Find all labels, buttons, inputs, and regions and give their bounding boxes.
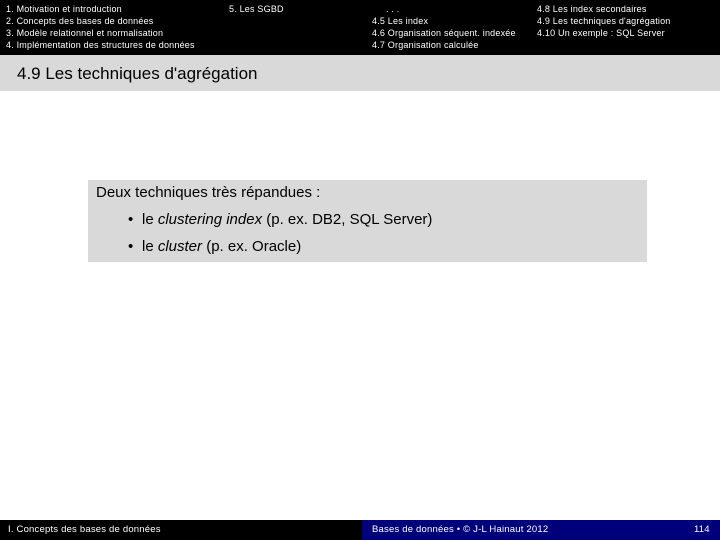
nav-section-4-8[interactable]: 4.8 Les index secondaires [537,3,647,15]
slide-title: 4.9 Les techniques d'agrégation [17,64,258,83]
nav-chapter-2[interactable]: 2. Concepts des bases de données [6,15,154,27]
nav-section-4-10[interactable]: 4.10 Un exemple : SQL Server [537,27,665,39]
bullet-dot-icon: • [128,211,134,228]
footer-chapter-link[interactable]: I. Concepts des bases de données [8,524,161,536]
nav-section-4-5[interactable]: 4.5 Les index [372,15,428,27]
bullet-term: cluster [157,238,203,255]
content-box: Deux techniques très répandues : • le clu… [88,180,647,262]
header-navigation: 1. Motivation et introduction 2. Concept… [0,0,720,55]
footer-copyright: Bases de données • © J-L Hainaut 2012 [372,524,549,535]
bullet-cluster: • le cluster (p. ex. Oracle) [128,237,301,257]
nav-chapter-1[interactable]: 1. Motivation et introduction [6,3,122,15]
nav-section-4-7[interactable]: 4.7 Organisation calculée [372,39,479,51]
page-number: 114 [694,524,710,535]
bullet-clustering-index: • le clustering index (p. ex. DB2, SQL Se… [128,210,432,230]
bullet-prefix: le [142,211,158,228]
bullet-prefix: le [142,238,158,255]
nav-chapter-4[interactable]: 4. Implémentation des structures de donn… [6,39,195,51]
nav-section-ellipsis: . . . [386,4,400,14]
bullet-dot-icon: • [128,238,134,255]
nav-section-4-9[interactable]: 4.9 Les techniques d'agrégation [537,15,671,27]
slide-title-band: 4.9 Les techniques d'agrégation [0,55,720,91]
bullet-term: clustering index [157,211,263,228]
nav-chapter-3[interactable]: 3. Modèle relationnel et normalisation [6,27,163,39]
footer-bar: I. Concepts des bases de données Bases d… [0,520,720,540]
intro-text: Deux techniques très répandues : [96,184,321,201]
footer-info-panel: Bases de données • © J-L Hainaut 2012 11… [362,520,720,540]
bullet-suffix: (p. ex. DB2, SQL Server) [262,211,433,228]
nav-section-4-6[interactable]: 4.6 Organisation séquent. indexée [372,27,516,39]
bullet-suffix: (p. ex. Oracle) [202,238,302,255]
nav-chapter-5[interactable]: 5. Les SGBD [229,3,284,15]
